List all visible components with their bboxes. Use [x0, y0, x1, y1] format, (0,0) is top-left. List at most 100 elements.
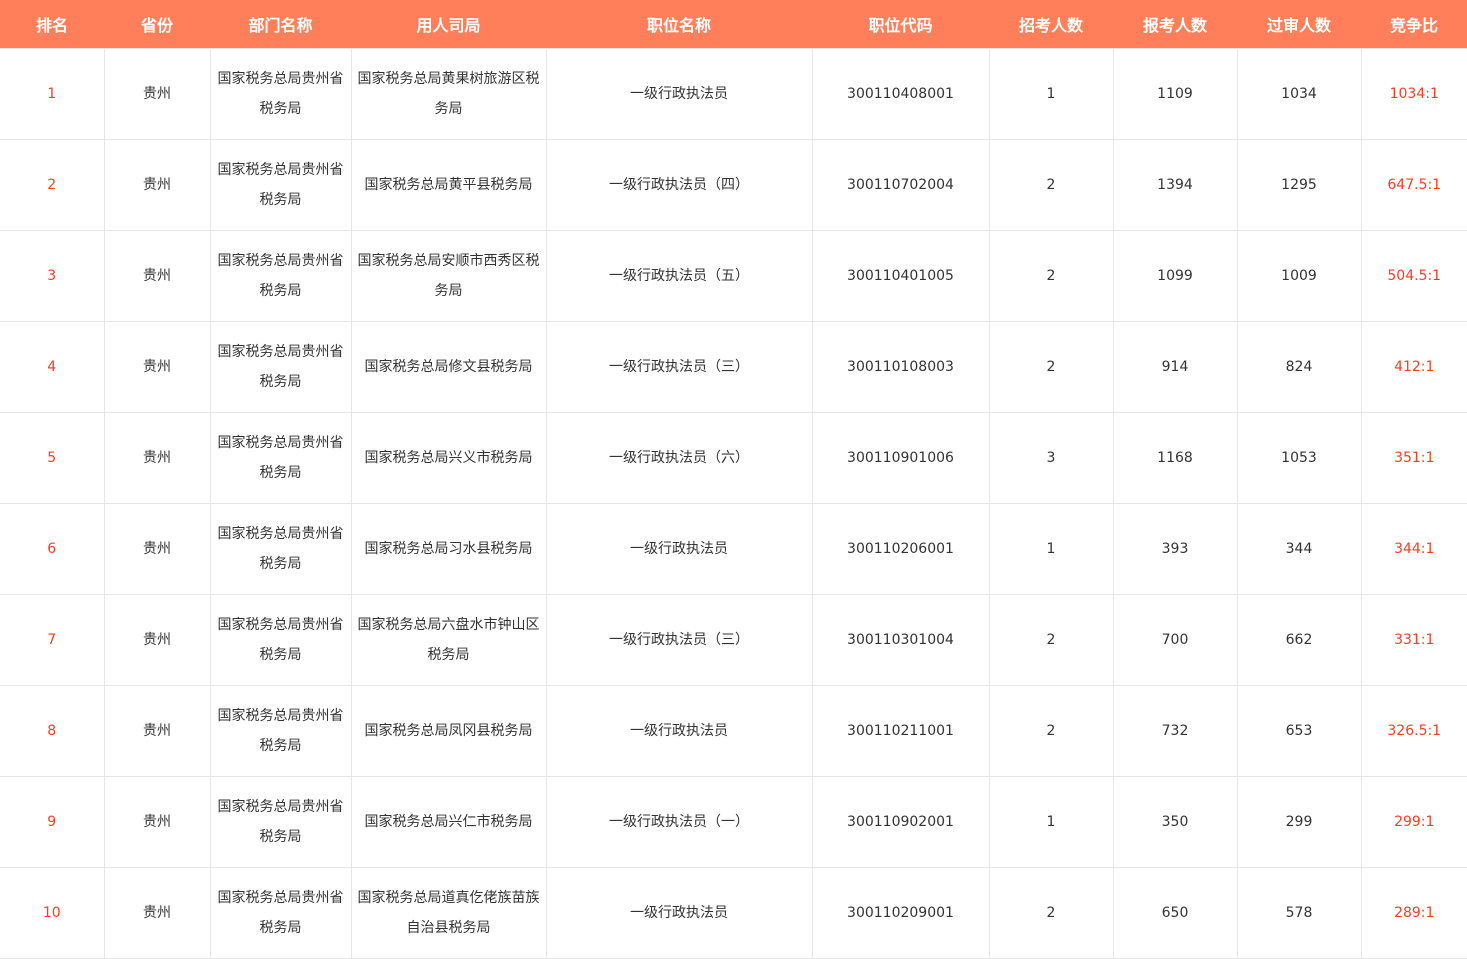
position-cell: 一级行政执法员	[545, 503, 813, 595]
recruit-count-cell: 2	[988, 139, 1114, 231]
header-position-code: 职位代码	[812, 0, 989, 49]
province-cell: 贵州	[103, 685, 211, 777]
department-cell: 国家税务总局贵州省税务局	[209, 685, 352, 777]
employer-cell: 国家税务总局修文县税务局	[350, 321, 547, 413]
position-code-cell: 300110108003	[811, 321, 990, 413]
table-row: 10 贵州 国家税务总局贵州省税务局 国家税务总局道真仡佬族苗族自治县税务局 一级行政执…	[0, 867, 1467, 959]
rank-cell: 3	[0, 230, 105, 322]
rank-cell: 7	[0, 594, 105, 686]
rank-cell: 10	[0, 867, 105, 959]
rank-cell: 9	[0, 776, 105, 868]
province-cell: 贵州	[103, 776, 211, 868]
approved-count-cell: 824	[1236, 321, 1362, 413]
recruit-count-cell: 2	[988, 321, 1114, 413]
competition-ratio-cell: 1034:1	[1360, 48, 1467, 140]
department-cell: 国家税务总局贵州省税务局	[209, 230, 352, 322]
province-cell: 贵州	[103, 503, 211, 595]
table-row: 9 贵州 国家税务总局贵州省税务局 国家税务总局兴仁市税务局 一级行政执法员（一） 300…	[0, 776, 1467, 868]
position-cell: 一级行政执法员（三）	[545, 594, 813, 686]
table-row: 8 贵州 国家税务总局贵州省税务局 国家税务总局凤冈县税务局 一级行政执法员 300110…	[0, 685, 1467, 777]
position-cell: 一级行政执法员（六）	[545, 412, 813, 504]
position-code-cell: 300110206001	[811, 503, 990, 595]
header-position: 职位名称	[546, 0, 812, 49]
header-approved-count: 过审人数	[1237, 0, 1361, 49]
competition-ratio-cell: 647.5:1	[1360, 139, 1467, 231]
position-code-cell: 300110211001	[811, 685, 990, 777]
header-employer: 用人司局	[351, 0, 546, 49]
recruit-count-cell: 2	[988, 594, 1114, 686]
employer-cell: 国家税务总局六盘水市钟山区税务局	[350, 594, 547, 686]
ranking-table: 排名 省份 部门名称 用人司局 职位名称 职位代码 招考人数 报考人数 过审人数…	[0, 0, 1467, 959]
position-cell: 一级行政执法员（四）	[545, 139, 813, 231]
applicant-count-cell: 650	[1112, 867, 1238, 959]
approved-count-cell: 662	[1236, 594, 1362, 686]
position-cell: 一级行政执法员	[545, 48, 813, 140]
competition-ratio-cell: 351:1	[1360, 412, 1467, 504]
table-row: 3 贵州 国家税务总局贵州省税务局 国家税务总局安顺市西秀区税务局 一级行政执法员（五）…	[0, 230, 1467, 322]
approved-count-cell: 1009	[1236, 230, 1362, 322]
department-cell: 国家税务总局贵州省税务局	[209, 412, 352, 504]
competition-ratio-cell: 299:1	[1360, 776, 1467, 868]
employer-cell: 国家税务总局习水县税务局	[350, 503, 547, 595]
competition-ratio-cell: 326.5:1	[1360, 685, 1467, 777]
table-row: 1 贵州 国家税务总局贵州省税务局 国家税务总局黄果树旅游区税务局 一级行政执法员 300…	[0, 48, 1467, 140]
applicant-count-cell: 732	[1112, 685, 1238, 777]
department-cell: 国家税务总局贵州省税务局	[209, 321, 352, 413]
province-cell: 贵州	[103, 48, 211, 140]
table-row: 7 贵州 国家税务总局贵州省税务局 国家税务总局六盘水市钟山区税务局 一级行政执法员（三…	[0, 594, 1467, 686]
header-row: 排名 省份 部门名称 用人司局 职位名称 职位代码 招考人数 报考人数 过审人数…	[0, 0, 1467, 49]
recruit-count-cell: 1	[988, 503, 1114, 595]
recruit-count-cell: 1	[988, 776, 1114, 868]
applicant-count-cell: 350	[1112, 776, 1238, 868]
competition-ratio-cell: 331:1	[1360, 594, 1467, 686]
position-code-cell: 300110901006	[811, 412, 990, 504]
province-cell: 贵州	[103, 412, 211, 504]
competition-ratio-cell: 504.5:1	[1360, 230, 1467, 322]
employer-cell: 国家税务总局黄果树旅游区税务局	[350, 48, 547, 140]
applicant-count-cell: 1168	[1112, 412, 1238, 504]
position-code-cell: 300110401005	[811, 230, 990, 322]
position-code-cell: 300110301004	[811, 594, 990, 686]
applicant-count-cell: 393	[1112, 503, 1238, 595]
position-code-cell: 300110902001	[811, 776, 990, 868]
applicant-count-cell: 1394	[1112, 139, 1238, 231]
header-department: 部门名称	[210, 0, 351, 49]
province-cell: 贵州	[103, 594, 211, 686]
recruit-count-cell: 2	[988, 230, 1114, 322]
rank-cell: 4	[0, 321, 105, 413]
approved-count-cell: 1295	[1236, 139, 1362, 231]
recruit-count-cell: 1	[988, 48, 1114, 140]
position-cell: 一级行政执法员	[545, 867, 813, 959]
position-code-cell: 300110209001	[811, 867, 990, 959]
position-cell: 一级行政执法员（一）	[545, 776, 813, 868]
table-header: 排名 省份 部门名称 用人司局 职位名称 职位代码 招考人数 报考人数 过审人数…	[0, 0, 1467, 49]
approved-count-cell: 578	[1236, 867, 1362, 959]
competition-ratio-cell: 344:1	[1360, 503, 1467, 595]
department-cell: 国家税务总局贵州省税务局	[209, 594, 352, 686]
applicant-count-cell: 1109	[1112, 48, 1238, 140]
header-competition-ratio: 竞争比	[1361, 0, 1467, 49]
department-cell: 国家税务总局贵州省税务局	[209, 503, 352, 595]
approved-count-cell: 299	[1236, 776, 1362, 868]
department-cell: 国家税务总局贵州省税务局	[209, 776, 352, 868]
rank-cell: 2	[0, 139, 105, 231]
approved-count-cell: 653	[1236, 685, 1362, 777]
employer-cell: 国家税务总局道真仡佬族苗族自治县税务局	[350, 867, 547, 959]
employer-cell: 国家税务总局兴义市税务局	[350, 412, 547, 504]
applicant-count-cell: 700	[1112, 594, 1238, 686]
approved-count-cell: 344	[1236, 503, 1362, 595]
rank-cell: 5	[0, 412, 105, 504]
applicant-count-cell: 1099	[1112, 230, 1238, 322]
header-rank: 排名	[0, 0, 104, 49]
table-body: 1 贵州 国家税务总局贵州省税务局 国家税务总局黄果树旅游区税务局 一级行政执法员 300…	[0, 48, 1467, 959]
employer-cell: 国家税务总局兴仁市税务局	[350, 776, 547, 868]
table-row: 5 贵州 国家税务总局贵州省税务局 国家税务总局兴义市税务局 一级行政执法员（六） 300…	[0, 412, 1467, 504]
province-cell: 贵州	[103, 321, 211, 413]
position-cell: 一级行政执法员	[545, 685, 813, 777]
recruit-count-cell: 2	[988, 685, 1114, 777]
province-cell: 贵州	[103, 230, 211, 322]
competition-ratio-cell: 412:1	[1360, 321, 1467, 413]
rank-cell: 8	[0, 685, 105, 777]
department-cell: 国家税务总局贵州省税务局	[209, 139, 352, 231]
rank-cell: 1	[0, 48, 105, 140]
